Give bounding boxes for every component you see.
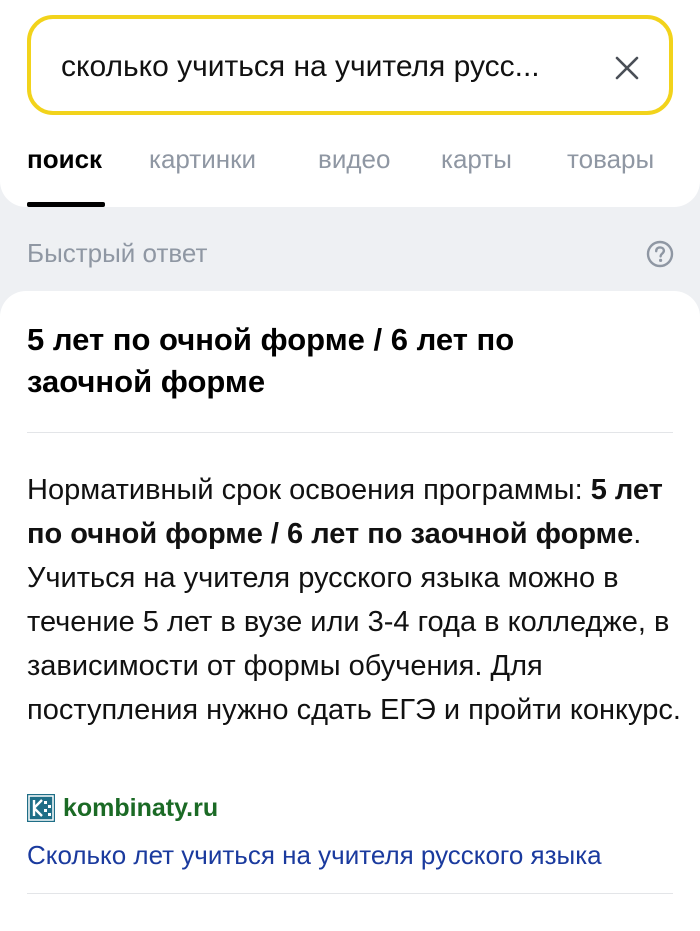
answer-text: Нормативный срок освоения программы: 5 л… (27, 468, 687, 732)
source-domain[interactable]: kombinaty.ru (63, 792, 218, 824)
close-icon[interactable] (615, 56, 639, 80)
search-query-text[interactable]: сколько учиться на учителя русс... (61, 47, 540, 87)
search-input[interactable]: сколько учиться на учителя русс... (27, 15, 673, 115)
divider (27, 432, 673, 433)
answer-heading: 5 лет по очной форме / 6 лет по заочной … (27, 322, 515, 399)
divider (27, 893, 673, 894)
tab-video[interactable]: видео (318, 142, 390, 176)
answer-text-prefix: Нормативный срок освоения программы: (27, 474, 591, 506)
kombinaty-favicon-icon (27, 794, 55, 822)
quick-answer-title: Быстрый ответ (27, 238, 208, 268)
active-tab-indicator (27, 202, 105, 207)
tab-images[interactable]: картинки (149, 142, 256, 176)
source-row[interactable]: kombinaty.ru (27, 792, 218, 824)
tab-goods[interactable]: товары (567, 142, 654, 176)
tab-search[interactable]: поиск (27, 142, 102, 176)
help-icon[interactable] (646, 240, 674, 268)
tab-maps[interactable]: карты (441, 142, 512, 176)
source-link[interactable]: Сколько лет учиться на учителя русского … (27, 838, 602, 872)
search-header: сколько учиться на учителя русс... поиск… (0, 0, 700, 207)
